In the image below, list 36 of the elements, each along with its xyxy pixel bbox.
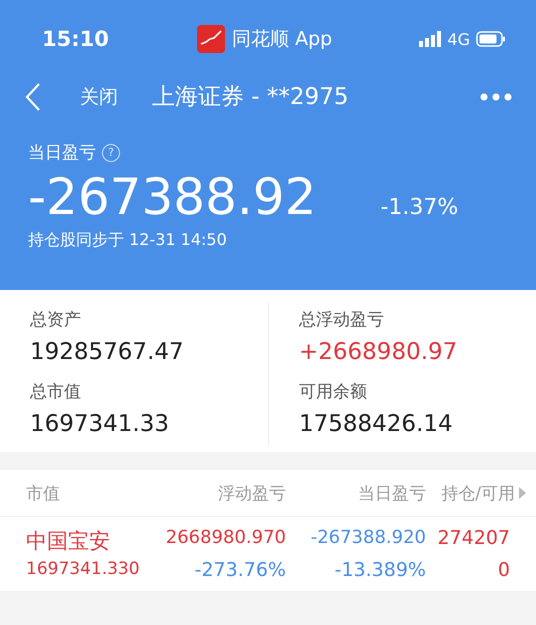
column-header: 浮动盈亏 <box>218 482 286 504</box>
network-label: 4G <box>447 30 470 48</box>
caret-icon[interactable] <box>519 487 526 499</box>
column-header: 市值 <box>26 482 60 504</box>
stat-label: 总市值 <box>30 381 82 403</box>
stat-value: 1697341.33 <box>30 411 170 437</box>
stat-value: 19285767.47 <box>30 339 185 365</box>
app-logo-icon <box>196 24 226 54</box>
table-cell-text: 274207 <box>436 527 510 551</box>
stat-value: 17588426.14 <box>299 411 454 437</box>
table-cell-text: 0 <box>496 559 510 581</box>
account-title: 上海证券 - **2975 <box>152 83 348 112</box>
status-time: 15:10 <box>42 27 109 51</box>
close-link[interactable]: 关闭 <box>80 84 118 110</box>
daily-pnl-label: 当日盈亏 <box>28 142 96 164</box>
signal-icon <box>419 31 442 47</box>
table-cell-text: -267388.920 <box>310 527 426 550</box>
back-icon[interactable] <box>24 82 42 112</box>
table-cell-text: -13.389% <box>334 559 426 581</box>
column-header[interactable]: 持仓/可用 <box>441 482 515 504</box>
table-cell-text: -273.76% <box>194 559 286 581</box>
table-cell-text: 2668980.970 <box>164 527 286 550</box>
daily-pnl-value: -267388.92 <box>28 168 316 226</box>
stock-name[interactable]: 中国宝安 <box>26 527 156 555</box>
stat-label: 总浮动盈亏 <box>299 309 385 331</box>
app-name: 同花顺 App <box>232 27 332 52</box>
stat-value: +2668980.97 <box>299 339 458 365</box>
battery-icon <box>476 31 506 47</box>
stat-label: 可用余额 <box>299 381 368 403</box>
daily-pnl-percent: -1.37% <box>380 195 458 220</box>
table-cell-text: 1697341.330 <box>26 559 141 581</box>
sync-time-text: 持仓股同步于 12-31 14:50 <box>28 230 228 251</box>
stat-label: 总资产 <box>30 309 82 331</box>
help-icon[interactable]: ? <box>102 144 120 162</box>
column-header: 当日盈亏 <box>358 482 426 504</box>
more-icon[interactable] <box>480 92 512 100</box>
